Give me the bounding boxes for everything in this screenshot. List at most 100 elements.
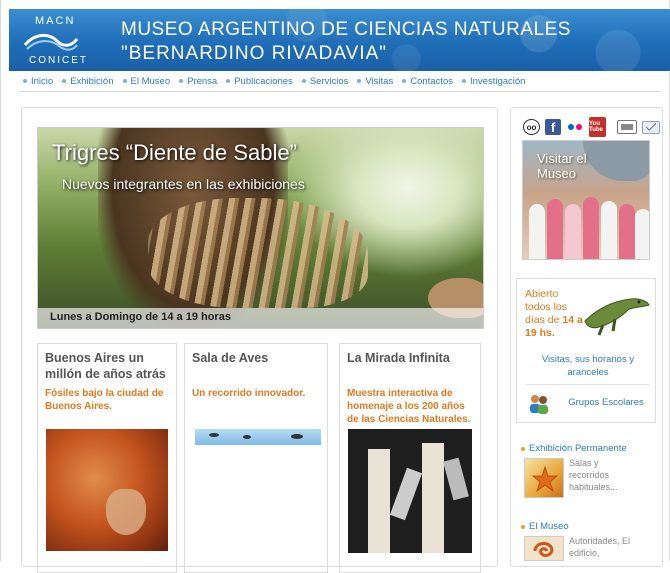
child-figure — [583, 197, 599, 259]
facebook-icon[interactable]: f — [545, 119, 561, 135]
section-link-el-museo[interactable]: El Museo — [521, 521, 569, 532]
group-people-icon — [530, 395, 548, 414]
email-icon[interactable] — [642, 119, 660, 134]
nav-divider — [19, 91, 661, 92]
nav-item-publicaciones[interactable]: Publicaciones — [226, 74, 293, 88]
child-figure — [619, 204, 635, 259]
bullet-icon — [23, 79, 27, 83]
fossil-image — [46, 429, 168, 551]
hero-hours-bar: Lunes a Domingo de 14 a 19 horas — [38, 308, 483, 328]
nav-label: Inicio — [31, 75, 54, 87]
bullet-icon — [461, 79, 466, 83]
hero-banner[interactable]: Trigres “Diente de Sable” Nuevos integra… — [37, 127, 484, 329]
nav-item-visitas[interactable]: Visitas — [357, 74, 393, 88]
exhibition-thumbnail[interactable] — [524, 458, 564, 498]
hero-hours: Lunes a Domingo de 14 a 19 horas — [50, 311, 231, 323]
tripadvisor-icon[interactable]: oo — [523, 119, 540, 135]
opening-days-text: Abierto todos los días de 14 a 19 hs. — [525, 288, 585, 340]
museum-thumbnail[interactable] — [524, 536, 564, 561]
card-subtitle: Muestra interactiva de homenaje a los 20… — [347, 388, 471, 425]
nav-item-investigacion[interactable]: Investigación — [461, 74, 526, 88]
panel-shape — [443, 457, 469, 501]
dinosaur-icon — [584, 298, 650, 336]
child-figure — [635, 209, 649, 259]
bullet-icon — [301, 79, 306, 83]
bullet-icon — [122, 79, 127, 83]
bird-shape — [209, 433, 219, 437]
section-link-exhibicion[interactable]: Exhibición Permanente — [521, 443, 627, 454]
nav-label: Servicios — [309, 75, 349, 87]
bullet-icon — [226, 79, 231, 83]
main-nav: Inicio Exhibición El Museo Prensa Public… — [23, 74, 525, 88]
social-icons: oo f You Tube — [523, 117, 660, 137]
column-shape — [368, 449, 390, 553]
card-mirada-infinita[interactable]: La Mirada Infinita Muestra interactiva d… — [339, 343, 481, 573]
bullet-icon — [62, 79, 67, 83]
nav-label: Contactos — [410, 75, 453, 87]
nav-item-contactos[interactable]: Contactos — [402, 74, 453, 88]
nav-label: Investigación — [469, 75, 526, 87]
nav-item-inicio[interactable]: Inicio — [23, 74, 53, 88]
section-label: Exhibición Permanente — [529, 443, 627, 454]
printer-shape — [621, 124, 633, 130]
nav-item-prensa[interactable]: Prensa — [179, 74, 217, 88]
visit-museum-label: Visitar el Museo — [537, 151, 587, 181]
print-icon[interactable] — [617, 120, 637, 134]
info-divider — [525, 384, 649, 385]
bullet-icon — [179, 79, 184, 83]
bullet-icon — [357, 79, 362, 83]
child-figure — [601, 201, 617, 259]
child-figure — [565, 204, 581, 259]
panel-shape — [389, 467, 423, 521]
card-sala-de-aves[interactable]: Sala de Aves Un recorrido innovador. — [184, 343, 328, 573]
nav-item-el-museo[interactable]: El Museo — [122, 74, 170, 88]
nav-item-exhibicion[interactable]: Exhibición — [62, 74, 114, 88]
site-title-line2: "BERNARDINO RIVADAVIA" — [121, 43, 387, 64]
envelope-flap — [645, 119, 657, 131]
birds-image — [195, 429, 321, 445]
page: MACN CONICET MUSEO ARGENTINO DE CIENCIAS… — [0, 0, 670, 573]
bullet-icon — [402, 79, 407, 83]
logo-top-text: MACN — [35, 15, 76, 27]
fossil-skull-shape — [106, 489, 146, 535]
bird-shape — [291, 434, 303, 439]
bullet-icon — [521, 524, 525, 529]
opening-days: Abierto todos los días de — [525, 288, 568, 326]
bullet-icon — [521, 446, 525, 451]
child-figure — [547, 199, 563, 259]
nav-label: Publicaciones — [234, 75, 293, 87]
youtube-icon[interactable]: You Tube — [589, 117, 606, 137]
nav-label: Exhibición — [70, 75, 114, 87]
section-label: El Museo — [529, 521, 569, 532]
bird-shape — [243, 435, 251, 439]
visits-hours-link[interactable]: Visitas, sus horarios y aranceles — [527, 353, 649, 379]
card-title: La Mirada Infinita — [347, 351, 450, 365]
flickr-icon[interactable] — [566, 119, 584, 135]
starfish-icon — [531, 465, 559, 493]
card-title: Buenos Aires un millón de años atrás — [45, 351, 166, 381]
logo-wave-icon — [23, 34, 79, 51]
child-figure — [529, 204, 545, 259]
section-description: Autoridades, El edificio, — [569, 536, 631, 558]
visit-museum-banner[interactable]: Visitar el Museo — [522, 140, 650, 260]
nav-item-servicios[interactable]: Servicios — [301, 74, 349, 88]
section-description: Salas y recorridos habituales... — [569, 458, 618, 492]
opening-hours-box: Abierto todos los días de 14 a 19 hs. Vi… — [516, 278, 656, 423]
youtube-label: You Tube — [589, 121, 603, 133]
site-title-line1: MUSEO ARGENTINO DE CIENCIAS NATURALES — [121, 19, 571, 40]
logo-bottom-text: CONICET — [29, 55, 88, 66]
flickr-dot-pink — [576, 124, 582, 130]
site-header: MACN CONICET MUSEO ARGENTINO DE CIENCIAS… — [9, 9, 670, 71]
column-shape — [422, 443, 444, 553]
school-groups-link[interactable]: Grupos Escolares — [561, 396, 651, 409]
flickr-dot-blue — [568, 124, 574, 130]
card-buenos-aires[interactable]: Buenos Aires un millón de años atrás Fós… — [37, 343, 177, 573]
hero-title: Trigres “Diente de Sable” — [52, 140, 297, 165]
nav-label: Visitas — [365, 75, 394, 87]
ammonite-icon — [533, 542, 554, 557]
card-subtitle: Un recorrido innovador. — [192, 388, 306, 399]
card-title: Sala de Aves — [192, 351, 269, 365]
hero-skeleton-image — [148, 198, 368, 308]
exhibition-image — [348, 429, 472, 553]
macn-logo[interactable]: MACN CONICET — [15, 13, 88, 69]
